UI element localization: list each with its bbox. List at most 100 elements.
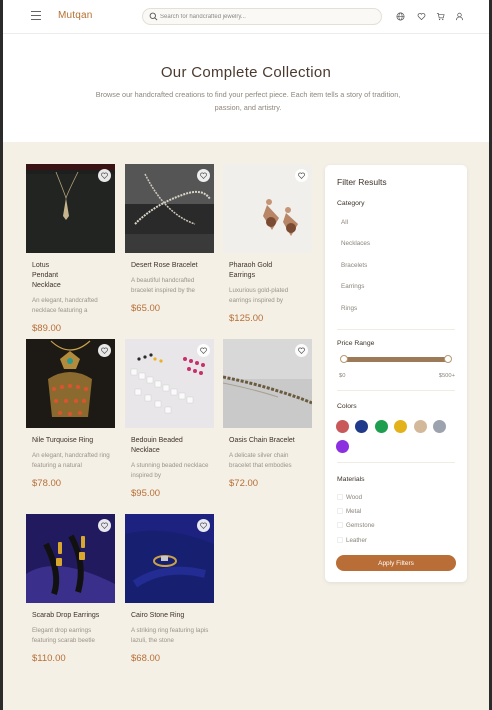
color-swatch-red[interactable] — [336, 420, 349, 433]
price-max-label: $500+ — [438, 373, 455, 379]
product-price: $125.00 — [229, 313, 264, 324]
product-card[interactable]: Nile Turquoise Ring An elegant, handcraf… — [26, 339, 115, 489]
product-card[interactable]: Oasis Chain Bracelet A delicate silver c… — [223, 339, 312, 489]
product-image[interactable] — [26, 514, 115, 603]
category-option-all[interactable]: All — [341, 219, 348, 226]
product-card[interactable]: Lotus Pendant Necklace An elegant, handc… — [26, 164, 115, 334]
product-name[interactable]: Oasis Chain Bracelet — [223, 436, 312, 446]
product-name[interactable]: Scarab Drop Earrings — [26, 611, 115, 621]
search-bar[interactable] — [142, 8, 382, 25]
product-price: $110.00 — [32, 653, 66, 664]
product-card[interactable]: Cairo Stone Ring A striking ring featuri… — [125, 514, 214, 664]
brand-logo[interactable]: Mutqan — [58, 10, 93, 21]
color-swatch-beige[interactable] — [414, 420, 427, 433]
page-subtitle: Browse our handcrafted creations to find… — [95, 90, 401, 112]
product-description: A stunning beaded necklace inspired by — [131, 462, 209, 479]
product-description: An elegant, handcrafted necklace featuri… — [32, 297, 98, 314]
wishlist-heart-icon[interactable] — [295, 169, 308, 182]
color-swatch-blue[interactable] — [355, 420, 368, 433]
material-option-metal[interactable]: Metal — [337, 506, 361, 516]
product-image[interactable] — [125, 339, 214, 428]
color-swatch-purple[interactable] — [336, 440, 349, 453]
hero-section: Our Complete Collection Browse our handc… — [3, 35, 489, 142]
material-label: Wood — [346, 493, 363, 501]
product-name[interactable]: Nile Turquoise Ring — [26, 436, 115, 446]
search-input[interactable] — [160, 11, 375, 23]
materials-label: Materials — [337, 476, 365, 483]
price-range-label: Price Range — [337, 340, 375, 347]
filter-title: Filter Results — [337, 177, 387, 187]
category-option-bracelets[interactable]: Bracelets — [341, 262, 367, 269]
checkbox[interactable] — [337, 494, 343, 500]
product-image[interactable] — [223, 339, 312, 428]
top-navbar: Mutqan — [3, 0, 489, 34]
product-card[interactable]: Pharaoh Gold Earrings Luxurious gold-pla… — [223, 164, 312, 324]
product-description: A striking ring featuring lapis lazuli, … — [131, 627, 209, 644]
product-description: A beautiful handcrafted bracelet inspire… — [131, 277, 195, 294]
material-label: Metal — [346, 507, 362, 515]
color-swatch-gold[interactable] — [394, 420, 407, 433]
apply-filters-button[interactable]: Apply Filters — [336, 555, 456, 571]
product-description: A delicate silver chain bracelet that em… — [229, 452, 292, 469]
wishlist-heart-icon[interactable] — [295, 344, 308, 357]
page-title: Our Complete Collection — [160, 64, 332, 81]
checkbox[interactable] — [337, 537, 343, 543]
cart-icon[interactable] — [436, 12, 445, 21]
wishlist-heart-icon[interactable] — [98, 169, 111, 182]
material-option-leather[interactable]: Leather — [337, 535, 367, 545]
wishlist-heart-icon[interactable] — [197, 169, 210, 182]
price-slider-max-handle[interactable] — [444, 355, 452, 363]
product-name[interactable]: Bedouin Beaded Necklace — [125, 436, 187, 456]
colors-label: Colors — [337, 403, 357, 410]
product-name[interactable]: Lotus Pendant Necklace — [26, 261, 64, 291]
product-image[interactable] — [125, 514, 214, 603]
product-description: Elegant drop earrings featuring scarab b… — [32, 627, 95, 644]
product-card[interactable]: Bedouin Beaded Necklace A stunning beade… — [125, 339, 214, 499]
product-description: Luxurious gold-plated earrings inspired … — [229, 287, 289, 304]
user-icon[interactable] — [455, 12, 464, 21]
product-price: $89.00 — [32, 323, 62, 334]
product-image[interactable] — [223, 164, 312, 253]
product-price: $78.00 — [32, 478, 62, 489]
filter-panel: Filter Results Category All Necklaces Br… — [325, 165, 467, 582]
product-name[interactable]: Desert Rose Bracelet — [125, 261, 214, 271]
category-option-rings[interactable]: Rings — [341, 305, 357, 312]
material-label: Leather — [346, 536, 367, 544]
color-swatch-silver[interactable] — [433, 420, 446, 433]
product-price: $68.00 — [131, 653, 161, 664]
checkbox[interactable] — [337, 508, 343, 514]
product-image[interactable] — [26, 339, 115, 428]
price-slider-min-handle[interactable] — [340, 355, 348, 363]
product-description: An elegant, handcrafted ring featuring a… — [32, 452, 110, 469]
divider — [337, 390, 455, 391]
wishlist-heart-icon[interactable] — [197, 519, 210, 532]
menu-icon[interactable] — [31, 11, 41, 21]
globe-icon[interactable] — [396, 12, 405, 21]
wishlist-heart-icon[interactable] — [98, 344, 111, 357]
wishlist-heart-icon[interactable] — [98, 519, 111, 532]
product-card[interactable]: Scarab Drop Earrings Elegant drop earrin… — [26, 514, 115, 664]
checkbox[interactable] — [337, 522, 343, 528]
product-image[interactable] — [26, 164, 115, 253]
color-swatch-green[interactable] — [375, 420, 388, 433]
price-slider-track[interactable] — [343, 357, 449, 362]
category-option-necklaces[interactable]: Necklaces — [341, 240, 370, 247]
product-card[interactable]: Desert Rose Bracelet A beautiful handcra… — [125, 164, 214, 314]
wishlist-heart-icon[interactable] — [197, 344, 210, 357]
material-option-wood[interactable]: Wood — [337, 492, 362, 502]
product-price: $95.00 — [131, 488, 161, 499]
price-min-label: $0 — [339, 373, 346, 379]
category-label: Category — [337, 200, 365, 207]
category-option-earrings[interactable]: Earrings — [341, 283, 364, 290]
collection-area: Lotus Pendant Necklace An elegant, handc… — [3, 142, 489, 710]
material-label: Gemstone — [346, 521, 375, 529]
divider — [337, 329, 455, 330]
product-name[interactable]: Cairo Stone Ring — [125, 611, 214, 621]
heart-icon[interactable] — [417, 12, 426, 21]
product-name[interactable]: Pharaoh Gold Earrings — [223, 261, 283, 281]
product-price: $65.00 — [131, 303, 161, 314]
material-option-gemstone[interactable]: Gemstone — [337, 520, 375, 530]
product-image[interactable] — [125, 164, 214, 253]
search-icon — [149, 12, 158, 21]
divider — [337, 462, 455, 463]
